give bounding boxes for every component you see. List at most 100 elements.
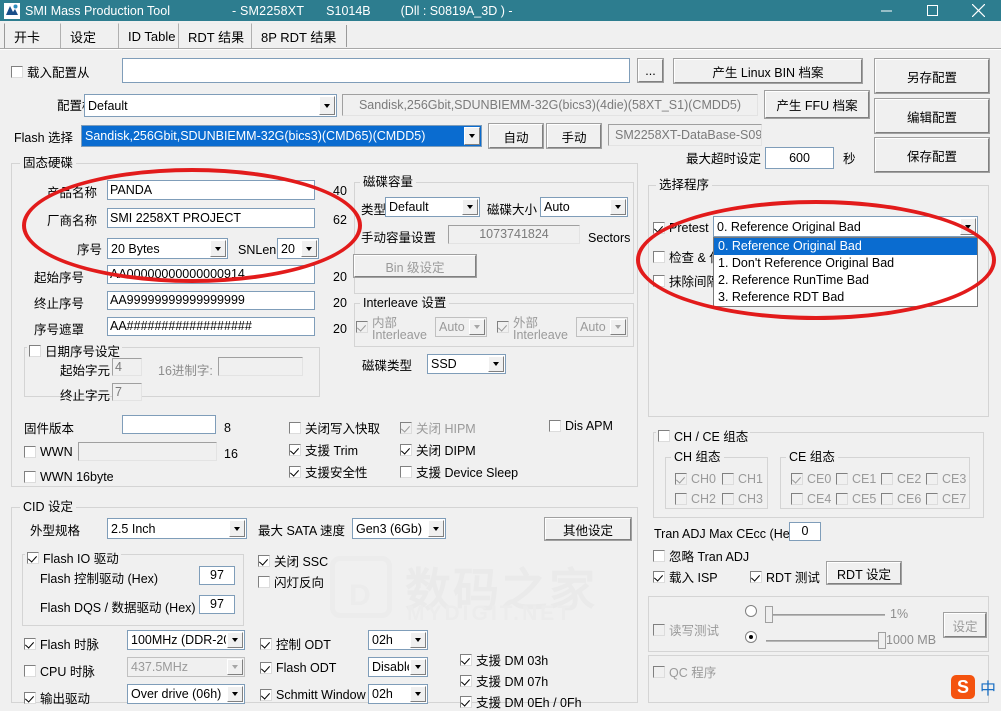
start-sn-input[interactable]: AA00000000000000914 — [107, 265, 315, 284]
support-dm0e-checkbox[interactable]: 支援 DM 0Eh / 0Fh — [460, 692, 582, 711]
pretest-dropdown-list[interactable]: 0. Reference Original Bad 1. Don't Refer… — [713, 237, 978, 307]
minimize-icon[interactable] — [863, 0, 909, 21]
chevron-down-icon[interactable] — [428, 520, 444, 537]
support-security-checkbox[interactable]: 支援安全性 — [289, 462, 368, 481]
dropdown-option[interactable]: 1. Don't Reference Original Bad — [714, 255, 977, 272]
form-factor-combo[interactable]: 2.5 Inch — [107, 518, 247, 539]
chevron-down-icon[interactable] — [462, 199, 478, 215]
chevron-down-icon[interactable] — [464, 127, 480, 145]
flash-dqs-drive-input[interactable]: 97 — [199, 595, 235, 614]
schmitt-window-combo[interactable]: 02h — [368, 684, 428, 704]
ignore-tran-adj-checkbox[interactable]: 忽略 Tran ADJ — [653, 546, 749, 565]
config-file-combo[interactable]: Default — [84, 94, 337, 117]
snlen-combo[interactable]: 20 — [277, 238, 319, 259]
maximize-icon[interactable] — [909, 0, 955, 21]
sogou-logo-icon[interactable]: S — [951, 675, 975, 699]
percent-slider-track[interactable] — [766, 614, 885, 616]
load-isp-checkbox[interactable]: 载入 ISP — [653, 567, 718, 586]
mb-radio[interactable] — [745, 631, 757, 643]
flash-control-drive-input[interactable]: 97 — [199, 566, 235, 585]
save-as-config-button[interactable]: 另存配置 — [874, 58, 990, 94]
erase-interval-checkbox[interactable]: 抹除间隔 — [653, 271, 719, 290]
percent-slider-thumb[interactable] — [765, 606, 773, 623]
rdt-test-checkbox[interactable]: RDT 测试 — [750, 567, 820, 586]
generate-ffu-button[interactable]: 产生 FFU 档案 — [764, 90, 870, 119]
auto-button[interactable]: 自动 — [488, 123, 544, 149]
ch-ce-config-checkbox[interactable]: CH / CE 组态 — [656, 426, 751, 445]
wwn-16byte-checkbox[interactable]: WWN 16byte — [24, 470, 114, 484]
disk-type-combo[interactable]: SSD — [427, 354, 506, 374]
end-char-input[interactable]: 7 — [112, 383, 142, 401]
flash-clock-combo[interactable]: 100MHz (DDR-200) — [127, 630, 245, 650]
support-device-sleep-checkbox[interactable]: 支援 Device Sleep — [400, 462, 518, 481]
chevron-down-icon[interactable] — [410, 659, 426, 675]
schmitt-window-checkbox[interactable]: Schmitt Window — [260, 688, 366, 702]
dis-apm-checkbox[interactable]: Dis APM — [549, 419, 613, 433]
chevron-down-icon[interactable] — [610, 199, 626, 215]
wwn-checkbox[interactable]: WWN — [24, 445, 73, 459]
other-settings-button[interactable]: 其他设定 — [544, 517, 632, 541]
tab-open-card[interactable]: 开卡 — [4, 23, 60, 48]
tab-settings[interactable]: 设定 — [60, 23, 118, 48]
browse-button[interactable]: ... — [637, 58, 664, 83]
disable-write-cache-checkbox[interactable]: 关闭写入快取 — [289, 418, 380, 437]
wwn-input[interactable] — [78, 442, 217, 461]
support-dm07-checkbox[interactable]: 支援 DM 07h — [460, 671, 548, 690]
check-and-save-checkbox[interactable]: 检查 & 保 — [653, 247, 722, 266]
sn-mask-input[interactable]: AA################## — [107, 317, 315, 336]
tran-adj-max-cecc-input[interactable]: 0 — [789, 522, 821, 541]
rdt-settings-button[interactable]: RDT 设定 — [826, 561, 902, 585]
chevron-down-icon[interactable] — [488, 356, 504, 372]
date-serial-checkbox[interactable]: 日期序号设定 — [27, 341, 123, 360]
flash-odt-combo[interactable]: Disable — [368, 657, 428, 677]
hex-input[interactable] — [218, 357, 303, 376]
led-reverse-checkbox[interactable]: 闪灯反向 — [258, 572, 324, 591]
generate-linux-bin-button[interactable]: 产生 Linux BIN 档案 — [673, 58, 863, 84]
close-icon[interactable] — [955, 0, 1001, 21]
end-sn-input[interactable]: AA99999999999999999 — [107, 291, 315, 310]
chevron-down-icon[interactable] — [229, 520, 245, 537]
chevron-down-icon[interactable] — [960, 218, 976, 235]
flash-clock-checkbox[interactable]: Flash 时脉 — [24, 634, 99, 653]
chevron-down-icon[interactable] — [210, 240, 226, 257]
cpu-clock-checkbox[interactable]: CPU 时脉 — [24, 661, 95, 680]
serial-number-combo[interactable]: 20 Bytes — [107, 238, 228, 259]
vendor-name-input[interactable]: SMI 2258XT PROJECT — [107, 208, 315, 228]
product-name-input[interactable]: PANDA — [107, 180, 315, 200]
firmware-version-input[interactable] — [122, 415, 216, 434]
ime-mode-label[interactable]: 中 — [980, 675, 996, 699]
load-config-path-input[interactable] — [122, 58, 630, 83]
control-odt-combo[interactable]: 02h — [368, 630, 428, 650]
manual-capacity-input[interactable]: 1073741824 — [448, 225, 580, 244]
manual-button[interactable]: 手动 — [546, 123, 602, 149]
chevron-down-icon[interactable] — [301, 240, 317, 257]
chevron-down-icon[interactable] — [319, 96, 335, 115]
capacity-type-combo[interactable]: Default — [385, 197, 480, 217]
disable-dipm-checkbox[interactable]: 关闭 DIPM — [400, 440, 476, 459]
percent-radio[interactable] — [745, 605, 757, 617]
flash-io-checkbox[interactable]: Flash IO 驱动 — [25, 548, 121, 567]
load-config-from-checkbox[interactable]: 载入配置从 — [11, 62, 90, 81]
support-trim-checkbox[interactable]: 支援 Trim — [289, 440, 358, 459]
flash-select-combo[interactable]: Sandisk,256Gbit,SDUNBIEMM-32G(bics3)(CMD… — [81, 125, 482, 147]
save-config-button[interactable]: 保存配置 — [874, 137, 990, 173]
pretest-checkbox[interactable]: Pretest — [653, 221, 709, 235]
output-drive-checkbox[interactable]: 输出驱动 — [24, 688, 90, 707]
close-ssc-checkbox[interactable]: 关闭 SSC — [258, 551, 328, 570]
chevron-down-icon[interactable] — [410, 632, 426, 648]
sata-speed-combo[interactable]: Gen3 (6Gb) — [352, 518, 446, 539]
control-odt-checkbox[interactable]: 控制 ODT — [260, 634, 331, 653]
tab-id-table[interactable]: ID Table — [118, 23, 178, 48]
chevron-down-icon[interactable] — [410, 686, 426, 702]
mb-slider-thumb[interactable] — [878, 632, 886, 649]
start-char-input[interactable]: 4 — [112, 358, 142, 376]
edit-config-button[interactable]: 编辑配置 — [874, 98, 990, 134]
chevron-down-icon[interactable] — [227, 632, 243, 648]
mb-slider-track[interactable] — [766, 640, 885, 642]
support-dm03-checkbox[interactable]: 支援 DM 03h — [460, 650, 548, 669]
disk-size-combo[interactable]: Auto — [540, 197, 628, 217]
chevron-down-icon[interactable] — [227, 686, 243, 702]
tab-8p-rdt-result[interactable]: 8P RDT 结果 — [251, 23, 347, 48]
dropdown-option[interactable]: 2. Reference RunTime Bad — [714, 272, 977, 289]
output-drive-combo[interactable]: Over drive (06h) — [127, 684, 245, 704]
